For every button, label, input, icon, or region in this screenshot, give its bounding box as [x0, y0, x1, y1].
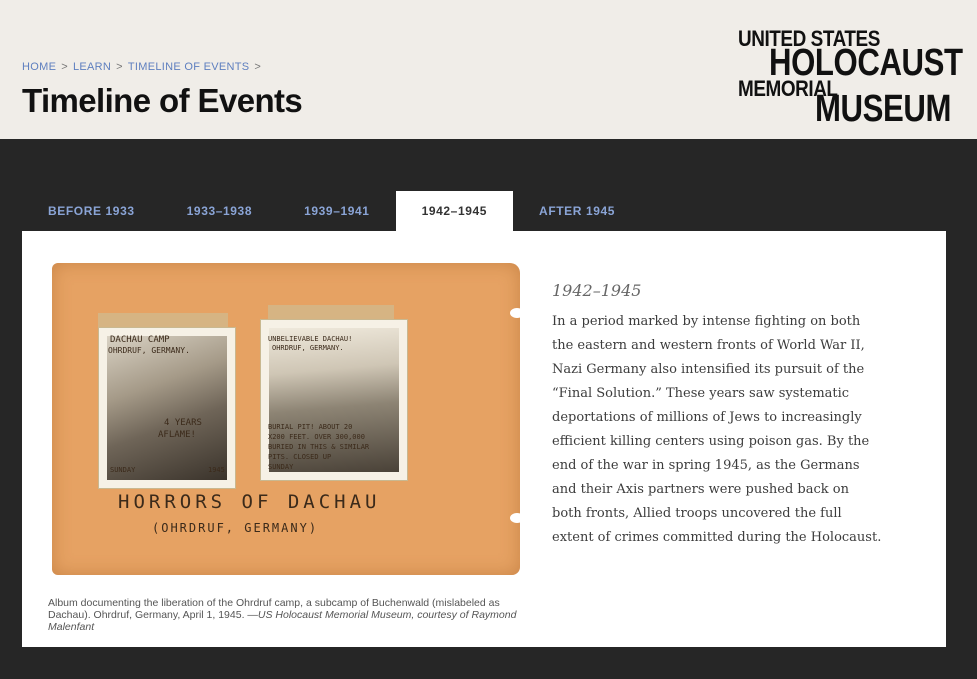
handwritten-text: SUNDAY: [110, 466, 136, 474]
snapshot-image: [107, 336, 227, 480]
photo-caption: Album documenting the liberation of the …: [48, 597, 518, 633]
tab-1939-1941[interactable]: 1939–1941: [278, 191, 395, 231]
handwritten-text: UNBELIEVABLE DACHAU!: [268, 335, 353, 343]
tab-1933-1938[interactable]: 1933–1938: [161, 191, 278, 231]
handwritten-text: BURIAL PIT! ABOUT 20: [268, 423, 353, 431]
era-description: In a period marked by intense fighting o…: [552, 314, 882, 545]
handwritten-text: OHRDRUF, GERMANY.: [272, 344, 344, 352]
breadcrumb-timeline-link[interactable]: TIMELINE OF EVENTS: [128, 61, 250, 73]
breadcrumb: HOME > LEARN > TIMELINE OF EVENTS >: [22, 61, 266, 73]
tab-before-1933[interactable]: BEFORE 1933: [22, 191, 161, 231]
handwritten-text: BURIED IN THIS & SIMILAR: [268, 443, 370, 451]
breadcrumb-separator: >: [254, 61, 262, 73]
handwritten-text: AFLAME!: [158, 430, 196, 440]
album-photo: DACHAU CAMP OHRDRUF, GERMANY. 4 YEARS AF…: [52, 263, 524, 575]
timeline-tabs: BEFORE 1933 1933–1938 1939–1941 1942–194…: [22, 191, 641, 231]
breadcrumb-separator: >: [61, 61, 68, 73]
tab-content-panel: DACHAU CAMP OHRDRUF, GERMANY. 4 YEARS AF…: [22, 231, 946, 647]
album-title-handwriting: HORRORS OF DACHAU: [118, 491, 381, 513]
handwritten-text: SUNDAY: [268, 463, 294, 471]
breadcrumb-learn-link[interactable]: LEARN: [73, 61, 111, 73]
tab-after-1945[interactable]: AFTER 1945: [513, 191, 641, 231]
breadcrumb-home-link[interactable]: HOME: [22, 61, 56, 73]
album-page-notch: [510, 513, 524, 523]
logo-line-museum: MUSEUM: [815, 88, 952, 130]
handwritten-text: 4 YEARS: [164, 418, 202, 428]
breadcrumb-separator: >: [116, 61, 123, 73]
page-title: Timeline of Events: [22, 82, 303, 119]
album-subtitle-handwriting: (OHRDRUF, GERMANY): [152, 521, 319, 535]
album-page-notch: [510, 308, 524, 318]
handwritten-text: PITS. CLOSED UP: [268, 453, 332, 461]
site-header: HOME > LEARN > TIMELINE OF EVENTS > Timeline …: [0, 0, 977, 139]
handwritten-text: DACHAU CAMP: [110, 335, 170, 345]
handwritten-text: 1945: [208, 466, 225, 474]
handwritten-text: OHRDRUF, GERMANY.: [108, 346, 190, 355]
museum-logo[interactable]: UNITED STATES HOLOCAUST MEMORIAL MUSEUM: [737, 26, 963, 130]
tab-1942-1945[interactable]: 1942–1945: [395, 191, 514, 231]
era-title: 1942–1945: [552, 281, 642, 300]
handwritten-text: X200 FEET. OVER 300,000: [268, 433, 365, 441]
